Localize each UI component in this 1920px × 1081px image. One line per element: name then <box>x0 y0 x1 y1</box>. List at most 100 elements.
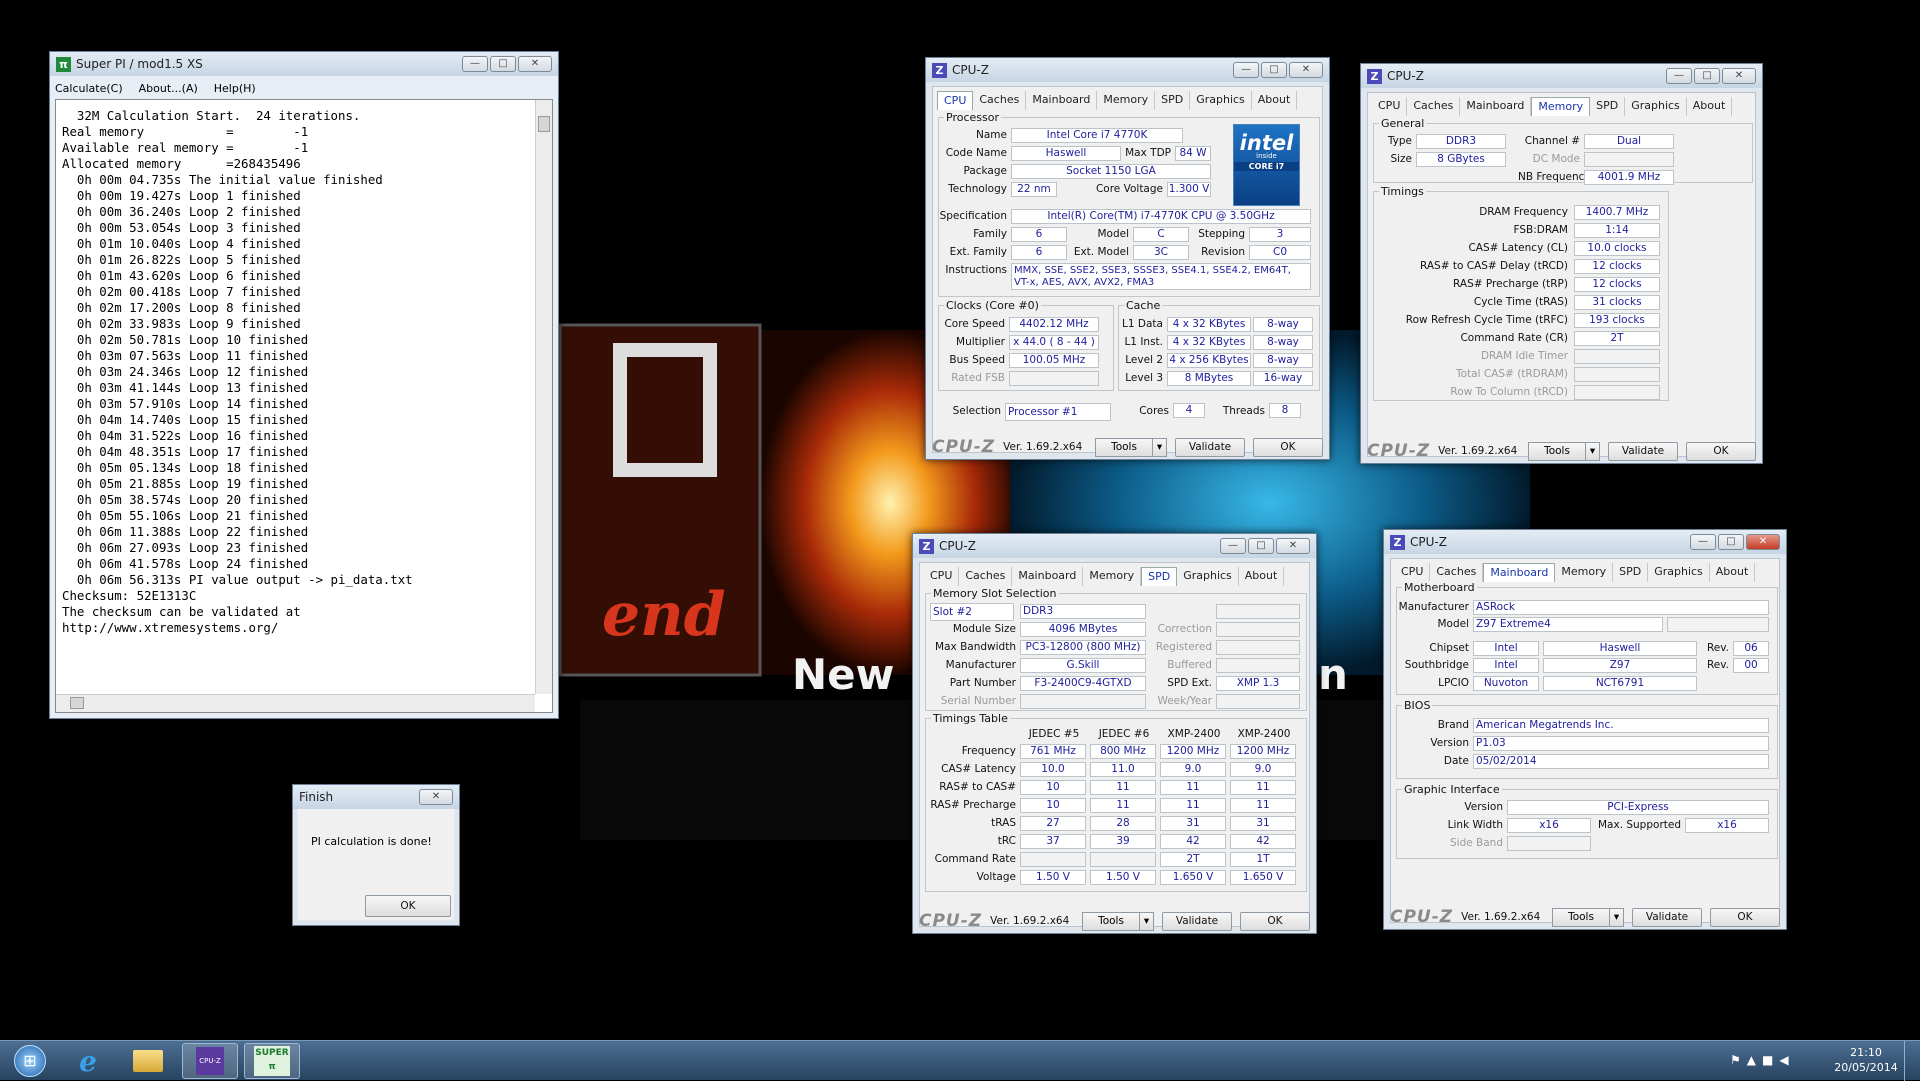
processor-select[interactable]: Processor #1 <box>1005 403 1111 421</box>
maximize-icon[interactable]: □ <box>490 56 516 72</box>
logo-core: CORE i7 <box>1234 162 1299 171</box>
tab-about[interactable]: About <box>1710 563 1756 582</box>
tab-mainboard[interactable]: Mainboard <box>1483 563 1556 582</box>
tab-graphics[interactable]: Graphics <box>1648 563 1710 582</box>
network-icon[interactable]: ▲ <box>1747 1053 1756 1067</box>
maximize-icon[interactable]: □ <box>1694 68 1720 84</box>
nbfreq-value: 4001.9 MHz <box>1584 170 1674 185</box>
cpuz-titlebar[interactable]: Z CPU-Z — □ ✕ <box>913 534 1316 558</box>
close-icon[interactable]: ✕ <box>1289 62 1323 78</box>
timing-value: 31 clocks <box>1574 295 1660 310</box>
tab-cpu[interactable]: CPU <box>1372 97 1408 116</box>
close-icon[interactable]: ✕ <box>1722 68 1756 84</box>
menu-about[interactable]: About...(A) <box>139 82 198 95</box>
start-button[interactable]: ⊞ <box>2 1043 58 1079</box>
tab-caches[interactable]: Caches <box>959 567 1013 586</box>
taskbar-superpi[interactable]: SUPER π <box>244 1043 300 1079</box>
tab-cpu[interactable]: CPU <box>1395 563 1431 582</box>
minimize-icon[interactable]: — <box>1690 534 1716 550</box>
maximize-icon[interactable]: □ <box>1261 62 1287 78</box>
tab-mainboard[interactable]: Mainboard <box>1012 567 1084 586</box>
cpuz-titlebar[interactable]: Z CPU-Z — □ ✕ <box>1361 64 1762 88</box>
l1data-value: 4 x 32 KBytes <box>1167 317 1251 332</box>
taskbar-ie[interactable]: e <box>60 1043 116 1079</box>
taskbar-cpuz[interactable]: CPU-Z <box>182 1043 238 1079</box>
tab-memory[interactable]: Memory <box>1531 97 1591 116</box>
tab-caches[interactable]: Caches <box>1407 97 1461 116</box>
menu-calculate[interactable]: Calculate(C) <box>55 82 123 95</box>
minimize-icon[interactable]: — <box>1233 62 1259 78</box>
tools-button[interactable]: Tools ▾ <box>1095 437 1167 457</box>
instructions-label: Instructions <box>945 264 1007 276</box>
tab-spd[interactable]: SPD <box>1590 97 1626 116</box>
timings-cell: 37 <box>1020 834 1086 849</box>
horizontal-scrollbar[interactable] <box>56 694 535 712</box>
taskbar-explorer[interactable] <box>120 1043 176 1079</box>
minimize-icon[interactable]: — <box>1666 68 1692 84</box>
tab-about[interactable]: About <box>1687 97 1733 116</box>
maximize-icon[interactable]: □ <box>1248 538 1274 554</box>
minimize-icon[interactable]: — <box>1220 538 1246 554</box>
slot-select[interactable]: Slot #2 <box>930 603 1014 621</box>
superpi-titlebar[interactable]: π Super PI / mod1.5 XS — □ ✕ <box>50 52 558 76</box>
clock[interactable]: 21:10 20/05/2014 <box>1834 1045 1898 1075</box>
timing-label: Command Rate (CR) <box>1460 332 1568 344</box>
close-icon[interactable]: ✕ <box>1746 534 1780 550</box>
tools-button[interactable]: Tools ▾ <box>1528 441 1600 461</box>
group-title: Cache <box>1124 299 1163 312</box>
superpi-output-area[interactable]: 32M Calculation Start. 24 iterations. Rea… <box>55 99 553 713</box>
tab-graphics[interactable]: Graphics <box>1190 91 1252 110</box>
flag-icon[interactable]: ⚑ <box>1730 1053 1741 1067</box>
tab-cpu[interactable]: CPU <box>924 567 960 586</box>
finish-ok-button[interactable]: OK <box>365 895 451 917</box>
tab-about[interactable]: About <box>1239 567 1285 586</box>
cpuz-titlebar[interactable]: Z CPU-Z — □ ✕ <box>926 58 1329 82</box>
tab-memory[interactable]: Memory <box>1555 563 1614 582</box>
validate-button[interactable]: Validate <box>1162 911 1232 931</box>
tab-graphics[interactable]: Graphics <box>1177 567 1239 586</box>
tab-mainboard[interactable]: Mainboard <box>1026 91 1098 110</box>
correction-value <box>1216 622 1300 637</box>
tools-button[interactable]: Tools ▾ <box>1552 907 1624 927</box>
tab-graphics[interactable]: Graphics <box>1625 97 1687 116</box>
menu-help[interactable]: Help(H) <box>214 82 256 95</box>
finish-titlebar[interactable]: Finish ✕ <box>293 785 459 809</box>
validate-button[interactable]: Validate <box>1608 441 1678 461</box>
tab-cpu[interactable]: CPU <box>937 91 974 110</box>
ok-button[interactable]: OK <box>1253 437 1323 457</box>
tools-button[interactable]: Tools ▾ <box>1082 911 1154 931</box>
tab-caches[interactable]: Caches <box>1430 563 1484 582</box>
volume-icon[interactable]: ◀ <box>1779 1053 1788 1067</box>
codename-label: Code Name <box>945 147 1007 159</box>
ok-button[interactable]: OK <box>1686 441 1756 461</box>
chevron-down-icon: ▾ <box>1585 442 1599 460</box>
tab-spd[interactable]: SPD <box>1613 563 1649 582</box>
close-icon[interactable]: ✕ <box>1276 538 1310 554</box>
tab-about[interactable]: About <box>1252 91 1298 110</box>
validate-button[interactable]: Validate <box>1632 907 1702 927</box>
timings-cell: 1.50 V <box>1020 870 1086 885</box>
cpuz-footer: CPU-Z Ver. 1.69.2.x64 Tools ▾ Validate OK <box>926 435 1329 459</box>
tab-mainboard[interactable]: Mainboard <box>1460 97 1532 116</box>
maximize-icon[interactable]: □ <box>1718 534 1744 550</box>
tab-spd[interactable]: SPD <box>1141 567 1178 586</box>
usb-icon[interactable]: ■ <box>1762 1053 1773 1067</box>
close-icon[interactable]: ✕ <box>419 789 453 805</box>
tab-spd[interactable]: SPD <box>1155 91 1191 110</box>
busspeed-label: Bus Speed <box>949 354 1005 366</box>
tab-caches[interactable]: Caches <box>973 91 1027 110</box>
validate-button[interactable]: Validate <box>1175 437 1245 457</box>
southbridge-label: Southbridge <box>1404 659 1469 671</box>
close-icon[interactable]: ✕ <box>518 56 552 72</box>
chevron-down-icon: ▾ <box>1152 438 1166 456</box>
timings-cell: 761 MHz <box>1020 744 1086 759</box>
cpuz-titlebar[interactable]: Z CPU-Z — □ ✕ <box>1384 530 1786 554</box>
minimize-icon[interactable]: — <box>462 56 488 72</box>
tab-memory[interactable]: Memory <box>1083 567 1142 586</box>
ok-button[interactable]: OK <box>1240 911 1310 931</box>
ok-button[interactable]: OK <box>1710 907 1780 927</box>
revision-value: C0 <box>1249 245 1311 260</box>
tab-memory[interactable]: Memory <box>1097 91 1156 110</box>
show-desktop-button[interactable] <box>1904 1041 1920 1081</box>
vertical-scrollbar[interactable] <box>535 100 552 694</box>
